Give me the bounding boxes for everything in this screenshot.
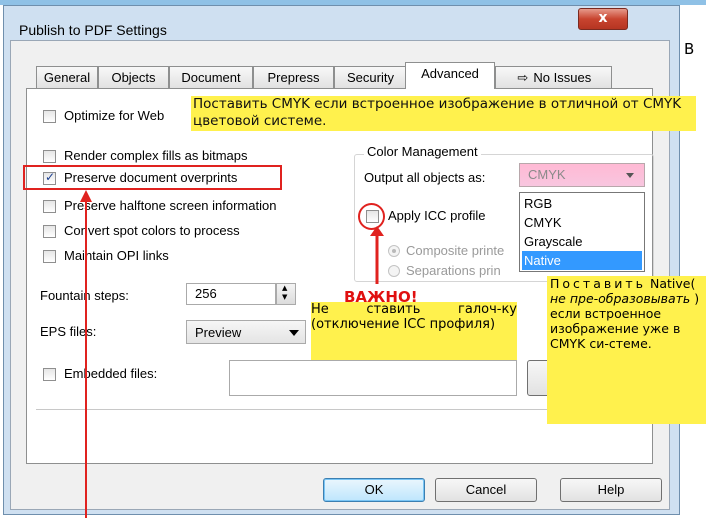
note-native-part2: Native( bbox=[650, 276, 696, 291]
arrow-to-icc bbox=[370, 226, 384, 284]
note-native-part1: Поставить bbox=[550, 276, 647, 291]
note-native-part3: не пре-образовывать bbox=[550, 291, 691, 306]
tab-advanced[interactable]: Advanced bbox=[405, 62, 495, 89]
option-grayscale[interactable]: Grayscale bbox=[522, 232, 642, 251]
arrow-to-overprints bbox=[80, 190, 92, 518]
option-native[interactable]: Native bbox=[522, 251, 642, 270]
option-rgb[interactable]: RGB bbox=[522, 194, 642, 213]
option-cmyk[interactable]: CMYK bbox=[522, 213, 642, 232]
note-native: Поставить Native( не пре-образовывать ) … bbox=[547, 276, 706, 424]
note-icc: Не ставить галоч-ку (отключение ICC проф… bbox=[311, 302, 517, 360]
output-color-dropdown: RGB CMYK Grayscale Native bbox=[519, 192, 645, 272]
